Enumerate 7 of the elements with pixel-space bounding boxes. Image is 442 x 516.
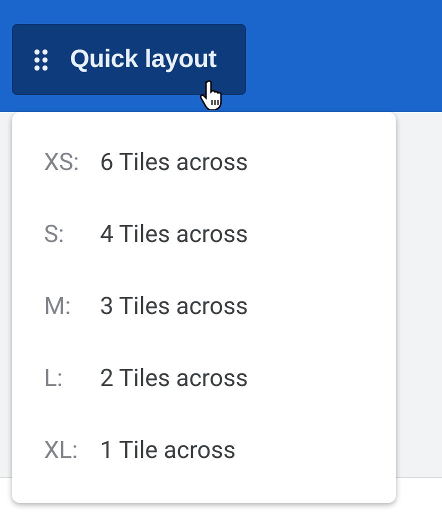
quick-layout-button[interactable]: Quick layout bbox=[12, 24, 246, 95]
menu-item[interactable]: S: 4 Tiles across bbox=[44, 198, 396, 270]
menu-item[interactable]: XS: 6 Tiles across bbox=[44, 126, 396, 198]
menu-item[interactable]: M: 3 Tiles across bbox=[44, 270, 396, 342]
menu-item[interactable]: XL: 1 Tile across bbox=[44, 414, 396, 486]
menu-item[interactable]: L: 2 Tiles across bbox=[44, 342, 396, 414]
grip-icon bbox=[34, 48, 48, 70]
